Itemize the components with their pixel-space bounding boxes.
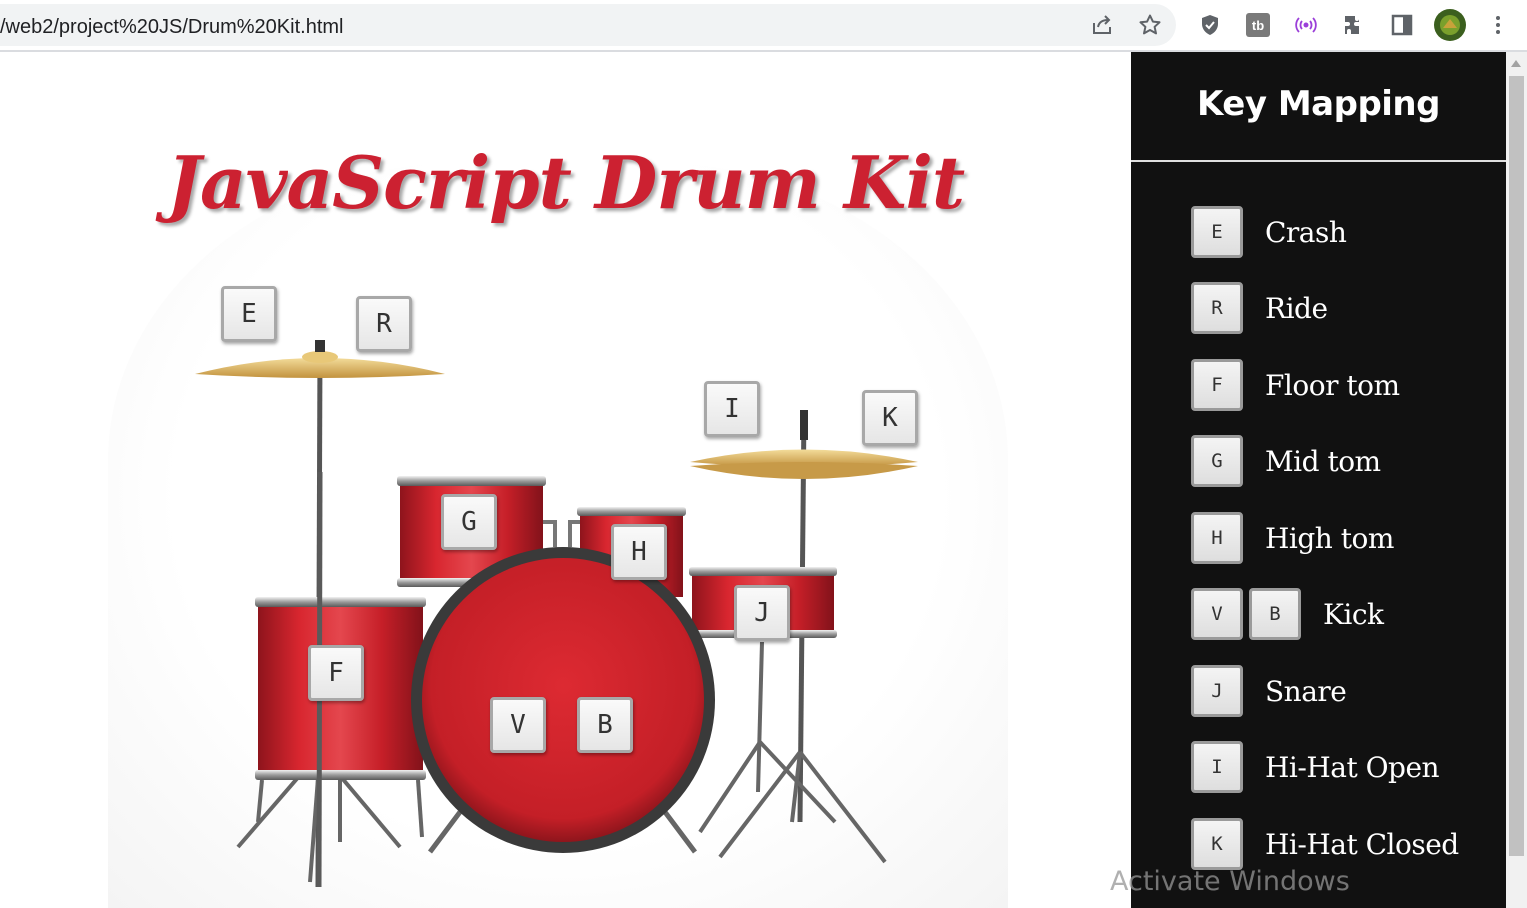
floor-tom-key-button[interactable]: F [308, 645, 364, 701]
mapping-key[interactable]: R [1191, 282, 1243, 334]
mapping-row-high-tom: H High tom [1191, 512, 1394, 564]
mapping-label: Crash [1265, 215, 1347, 249]
kick-key-button-v[interactable]: V [490, 697, 546, 753]
hihat-closed-key-button[interactable]: K [862, 390, 918, 446]
side-panel-icon[interactable] [1387, 10, 1417, 40]
kick-drum [411, 547, 715, 854]
shield-icon[interactable] [1195, 10, 1225, 40]
key-mapping-sidebar: Key Mapping E Crash R Ride F Floor tom G… [1131, 52, 1506, 908]
snare-key-button[interactable]: J [734, 585, 790, 641]
mapping-key[interactable]: J [1191, 665, 1243, 717]
svg-text:tb: tb [1252, 18, 1264, 33]
mapping-key[interactable]: E [1191, 206, 1243, 258]
crash-key-button[interactable]: E [221, 286, 277, 342]
high-tom-key-button[interactable]: H [611, 524, 667, 580]
mapping-label: Mid tom [1265, 444, 1381, 478]
scroll-up-arrow-icon[interactable] [1511, 60, 1521, 67]
mapping-row-mid-tom: G Mid tom [1191, 435, 1381, 487]
mapping-key[interactable]: B [1249, 588, 1301, 640]
mapping-key[interactable]: G [1191, 435, 1243, 487]
sidebar-divider [1131, 160, 1506, 162]
broadcast-icon[interactable] [1291, 10, 1321, 40]
mapping-label: Kick [1323, 597, 1384, 631]
kebab-menu-icon[interactable] [1483, 10, 1513, 40]
mapping-label: High tom [1265, 521, 1394, 555]
tb-extension-icon[interactable]: tb [1243, 10, 1273, 40]
mapping-key[interactable]: K [1191, 818, 1243, 870]
share-icon[interactable] [1087, 10, 1117, 40]
browser-toolbar: /web2/project%20JS/Drum%20Kit.html tb [0, 0, 1527, 50]
star-icon[interactable] [1135, 10, 1165, 40]
hihat-open-key-button[interactable]: I [704, 381, 760, 437]
mapping-key[interactable]: V [1191, 588, 1243, 640]
mid-tom-key-button[interactable]: G [441, 494, 497, 550]
mapping-label: Snare [1265, 674, 1347, 708]
avatar[interactable] [1433, 8, 1467, 42]
scroll-thumb[interactable] [1509, 76, 1524, 856]
floor-tom-drum [255, 597, 426, 842]
puzzle-icon[interactable] [1339, 10, 1369, 40]
activate-windows-watermark: Activate Windows [1110, 866, 1350, 897]
drum-kit-illustration [195, 340, 918, 888]
ride-key-button[interactable]: R [356, 296, 412, 352]
page-scrollbar[interactable] [1506, 52, 1527, 908]
mapping-label: Hi-Hat Open [1265, 750, 1440, 784]
mapping-key[interactable]: H [1191, 512, 1243, 564]
address-bar[interactable]: /web2/project%20JS/Drum%20Kit.html [0, 4, 1176, 46]
mapping-label: Hi-Hat Closed [1265, 827, 1459, 861]
mapping-row-snare: J Snare [1191, 665, 1347, 717]
mapping-key[interactable]: F [1191, 359, 1243, 411]
mapping-row-hihat-open: I Hi-Hat Open [1191, 741, 1440, 793]
mapping-label: Ride [1265, 291, 1328, 325]
mapping-row-hihat-closed: K Hi-Hat Closed [1191, 818, 1459, 870]
kick-key-button-b[interactable]: B [577, 697, 633, 753]
url-text[interactable]: /web2/project%20JS/Drum%20Kit.html [0, 16, 343, 39]
mapping-key[interactable]: I [1191, 741, 1243, 793]
mapping-label: Floor tom [1265, 368, 1400, 402]
mapping-row-ride: R Ride [1191, 282, 1328, 334]
mapping-row-crash: E Crash [1191, 206, 1347, 258]
sidebar-title: Key Mapping [1197, 84, 1440, 124]
mapping-row-floor-tom: F Floor tom [1191, 359, 1400, 411]
drum-kit-page: JavaScript Drum Kit E R I K G H J F V B [0, 52, 1131, 908]
mapping-row-kick: V B Kick [1191, 588, 1384, 640]
